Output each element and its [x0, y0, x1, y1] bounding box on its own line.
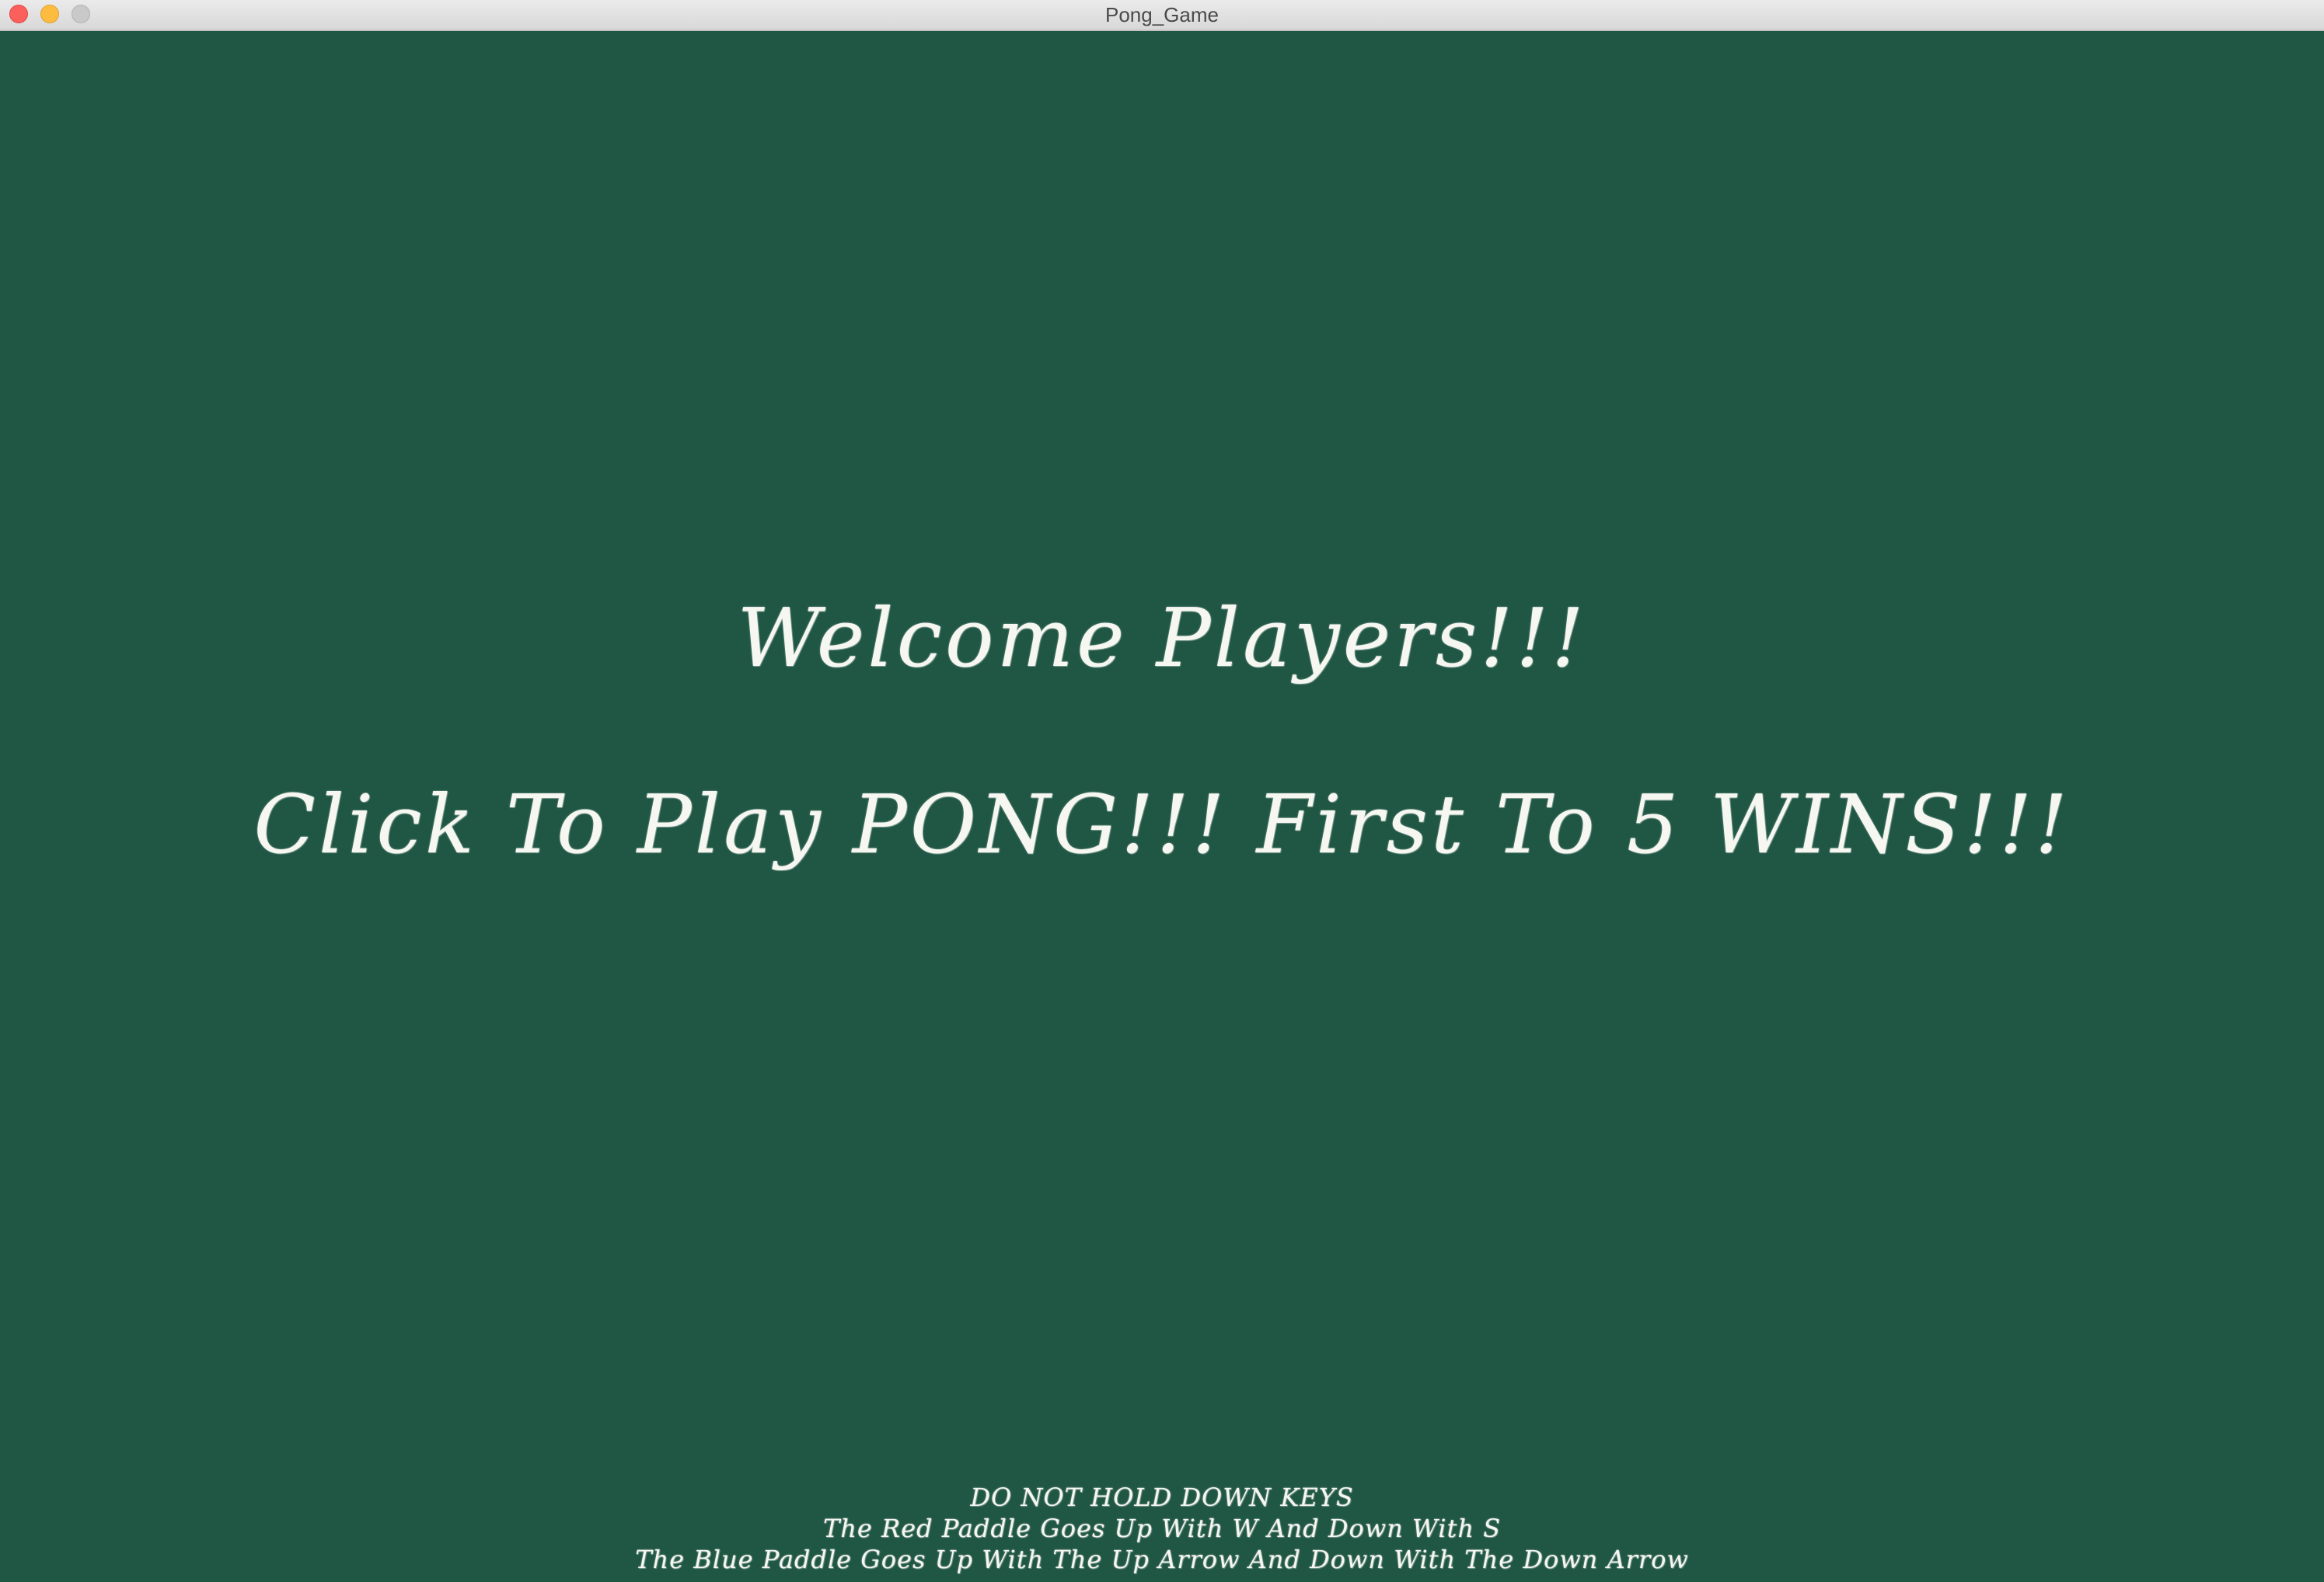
window-titlebar: Pong_Game: [0, 0, 2324, 31]
game-canvas[interactable]: Welcome Players!!! Click To Play PONG!!!…: [0, 31, 2324, 1582]
instruction-line: DO NOT HOLD DOWN KEYS: [970, 1483, 1354, 1512]
game-window: Pong_Game Welcome Players!!! Click To Pl…: [0, 0, 2324, 1582]
window-title: Pong_Game: [1105, 3, 1219, 26]
instruction-line: The Blue Paddle Goes Up With The Up Arro…: [635, 1545, 1689, 1574]
welcome-heading: Welcome Players!!!: [737, 591, 1587, 685]
instruction-line: The Red Paddle Goes Up With W And Down W…: [822, 1514, 1502, 1543]
play-prompt: Click To Play PONG!!! First To 5 WINS!!!: [253, 777, 2071, 872]
